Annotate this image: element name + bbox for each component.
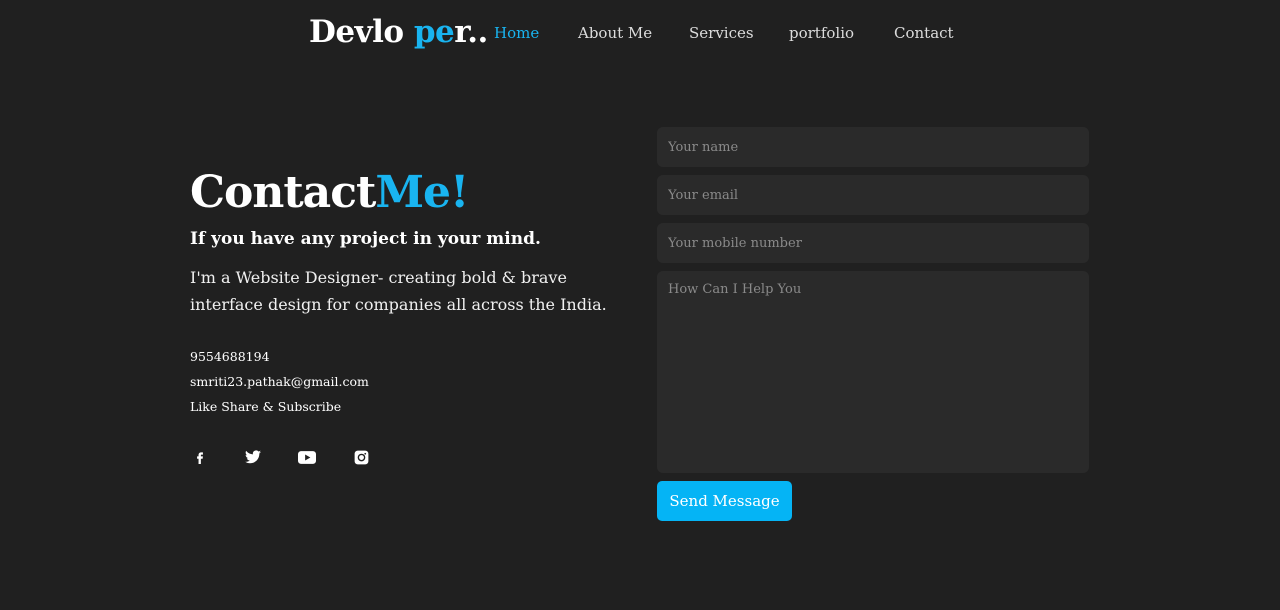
contact-details: 9554688194 smriti23.pathak@gmail.com Lik… — [190, 344, 630, 419]
brand-part2: pe — [413, 14, 455, 50]
contact-info-section: ContactMe! If you have any project in yo… — [190, 163, 630, 419]
facebook-icon[interactable] — [190, 447, 210, 467]
nav-contact[interactable]: Contact — [894, 24, 954, 42]
nav-services[interactable]: Services — [689, 24, 754, 42]
nav-portfolio[interactable]: portfolio — [789, 24, 854, 42]
contact-description: I'm a Website Designer- creating bold & … — [190, 268, 607, 314]
phone-number: 9554688194 — [190, 349, 270, 364]
brand-part3: r.. — [454, 14, 488, 50]
contact-title: ContactMe! — [190, 163, 630, 223]
name-input[interactable] — [657, 127, 1089, 167]
email-address: smriti23.pathak@gmail.com — [190, 374, 369, 389]
mobile-input[interactable] — [657, 223, 1089, 263]
send-message-button[interactable]: Send Message — [657, 481, 792, 521]
nav-about-me[interactable]: About Me — [578, 24, 652, 42]
contact-subtitle: If you have any project in your mind. — [190, 229, 541, 249]
tagline: Like Share & Subscribe — [190, 399, 342, 414]
twitter-icon[interactable] — [243, 447, 263, 467]
brand-logo[interactable]: Devlo per.. — [309, 14, 488, 50]
nav-home[interactable]: Home — [494, 24, 539, 42]
contact-title-part2: Me! — [375, 167, 469, 218]
youtube-icon[interactable] — [297, 447, 317, 467]
instagram-icon[interactable] — [351, 447, 371, 467]
email-input[interactable] — [657, 175, 1089, 215]
contact-title-part1: Contact — [190, 167, 376, 218]
brand-part1: Devlo — [309, 14, 414, 50]
message-textarea[interactable] — [657, 271, 1089, 473]
contact-form: Send Message — [657, 127, 1089, 521]
